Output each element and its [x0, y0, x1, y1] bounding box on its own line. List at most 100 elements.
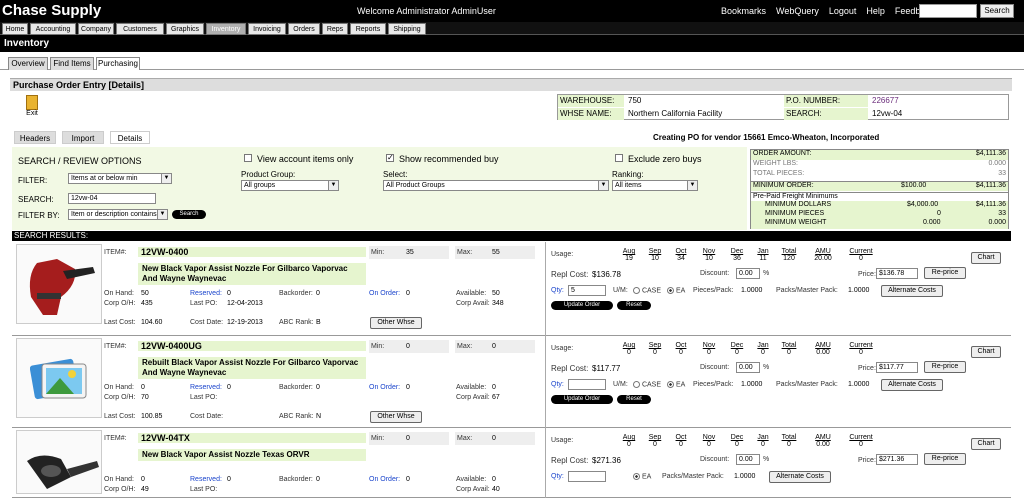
max-value: 0 [492, 343, 496, 350]
product-groups-select[interactable]: All Product Groups ▼ [383, 180, 609, 191]
min-order-value: $100.00 [901, 182, 927, 189]
usage-value: 0 [679, 349, 683, 356]
global-search-button[interactable]: Search [980, 4, 1014, 18]
ranking-select[interactable]: All items ▼ [612, 180, 698, 191]
um-label: U/M: [613, 287, 628, 294]
min-value: 35 [406, 249, 414, 256]
qty-label: Qty: [551, 381, 564, 388]
discount-label: Discount: [700, 364, 730, 371]
packs-master-label: Packs/Master Pack: [776, 287, 838, 294]
usage-label: Usage: [551, 251, 574, 258]
packs-master-value: 1.0000 [848, 287, 870, 294]
details-button[interactable]: Details [110, 131, 150, 144]
item-label: ITEM#: [104, 435, 127, 442]
qty-input[interactable] [568, 471, 606, 482]
last-cost-label: Last Cost: [104, 413, 136, 420]
import-button[interactable]: Import [62, 131, 104, 144]
nav-shipping[interactable]: Shipping [388, 23, 426, 35]
usage-month: Current [849, 248, 873, 255]
qty-input[interactable] [568, 379, 606, 390]
usage-month: Nov [702, 434, 716, 441]
packs-master-label: Packs/Master Pack: [776, 381, 838, 388]
logout-link[interactable]: Logout [829, 6, 857, 16]
tab-purchasing[interactable]: Purchasing [96, 57, 140, 70]
nav-accounting[interactable]: Accounting [30, 23, 76, 35]
view-account-checkbox[interactable] [244, 154, 252, 162]
discount-input[interactable]: 0.00 [736, 454, 760, 465]
chart-button[interactable]: Chart [971, 252, 1001, 264]
row-divider [545, 428, 546, 498]
search-button[interactable]: Search [172, 210, 206, 219]
usage-col: AMU 20.00 [808, 248, 838, 262]
exclude-zero-checkbox[interactable] [615, 154, 623, 162]
show-recommended-checkbox[interactable]: ✓ [386, 154, 394, 162]
discount-input[interactable]: 0.00 [736, 268, 760, 279]
headers-button[interactable]: Headers [14, 131, 56, 144]
other-whse-button[interactable]: Other Whse [370, 317, 422, 329]
options-title: SEARCH / REVIEW OPTIONS [18, 156, 142, 166]
qty-input[interactable]: 5 [568, 285, 606, 296]
help-link[interactable]: Help [866, 6, 885, 16]
alternate-costs-button[interactable]: Alternate Costs [769, 471, 831, 483]
nav-graphics[interactable]: Graphics [166, 23, 204, 35]
exit-button[interactable]: Exit [24, 95, 40, 117]
price-input[interactable]: $117.77 [876, 362, 918, 373]
reset-button[interactable]: Reset [617, 301, 651, 310]
top-links: Bookmarks WebQuery Logout Help Feedback [721, 6, 934, 16]
available-value: 0 [492, 384, 496, 391]
other-whse-button[interactable]: Other Whse [370, 411, 422, 423]
order-amount-label: ORDER AMOUNT: [753, 150, 812, 157]
reprice-button[interactable]: Re-price [924, 267, 966, 279]
nav-orders[interactable]: Orders [288, 23, 320, 35]
reprice-button[interactable]: Re-price [924, 453, 966, 465]
search-input[interactable]: 12vw-04 [68, 193, 156, 204]
ea-radio[interactable]: EA [667, 287, 685, 294]
repl-cost-label: Repl Cost: [551, 364, 589, 373]
chart-button[interactable]: Chart [971, 438, 1001, 450]
nav-inventory[interactable]: Inventory [206, 23, 246, 35]
nav-reps[interactable]: Reps [322, 23, 348, 35]
update-order-button[interactable]: Update Order [551, 395, 613, 404]
discount-input[interactable]: 0.00 [736, 362, 760, 373]
update-order-button[interactable]: Update Order [551, 301, 613, 310]
bookmarks-link[interactable]: Bookmarks [721, 6, 766, 16]
reprice-button[interactable]: Re-price [924, 361, 966, 373]
nav-customers[interactable]: Customers [116, 23, 164, 35]
whse-name-label: WHSE NAME: [558, 108, 624, 120]
tab-overview[interactable]: Overview [8, 57, 48, 70]
price-input[interactable]: $271.36 [876, 454, 918, 465]
usage-value: 36 [733, 255, 741, 262]
usage-value: 0 [707, 441, 711, 448]
case-radio[interactable]: CASE [633, 287, 661, 294]
ea-label: EA [675, 381, 686, 389]
global-search-input[interactable] [919, 4, 977, 18]
nav-reports[interactable]: Reports [350, 23, 386, 35]
whse-name-value: Northern California Facility [628, 109, 723, 118]
usage-value: 0 [707, 349, 711, 356]
nav-home[interactable]: Home [2, 23, 28, 35]
on-order-value: 0 [406, 476, 410, 483]
product-group-select[interactable]: All groups ▼ [241, 180, 339, 191]
ranking-label: Ranking: [612, 170, 644, 179]
tab-find-items[interactable]: Find Items [50, 57, 94, 70]
reset-button[interactable]: Reset [617, 395, 651, 404]
filter-select[interactable]: Items at or below min ▼ [68, 173, 172, 184]
nav-company[interactable]: Company [78, 23, 114, 35]
usage-col: Current 0 [846, 248, 876, 262]
usage-value: 0 [787, 349, 791, 356]
chart-button[interactable]: Chart [971, 346, 1001, 358]
alternate-costs-button[interactable]: Alternate Costs [881, 379, 943, 391]
cost-date-label: Cost Date: [190, 319, 224, 326]
discount-pct: % [763, 456, 770, 463]
available-label: Available: [456, 290, 487, 297]
price-input[interactable]: $136.78 [876, 268, 918, 279]
ea-radio[interactable]: EA [667, 381, 685, 388]
nav-invoicing[interactable]: Invoicing [248, 23, 286, 35]
alternate-costs-button[interactable]: Alternate Costs [881, 285, 943, 297]
usage-value: 11 [759, 255, 767, 262]
case-radio[interactable]: CASE [633, 381, 661, 388]
min-dollars-value: $4,000.00 [907, 201, 939, 208]
webquery-link[interactable]: WebQuery [776, 6, 819, 16]
ea-radio[interactable]: EA [633, 473, 651, 480]
filterby-select[interactable]: Item or description contains ▼ [68, 209, 168, 220]
